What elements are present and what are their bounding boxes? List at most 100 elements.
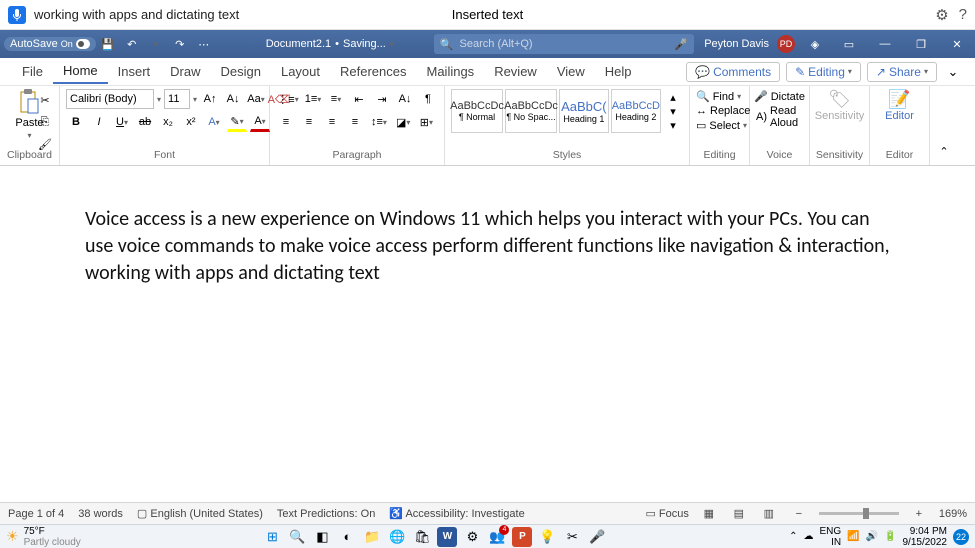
comments-button[interactable]: 💬 Comments [686, 62, 780, 82]
select-button[interactable]: ▭Select▾ [696, 118, 743, 133]
justify-button[interactable]: ≡ [345, 112, 365, 132]
bullets-button[interactable]: ⋮≡▾ [276, 89, 300, 109]
zoom-level[interactable]: 169% [939, 508, 967, 520]
battery-icon[interactable]: 🔋 [884, 531, 896, 542]
bold-button[interactable]: B [66, 112, 86, 132]
microphone-icon[interactable] [8, 6, 26, 24]
gear-icon[interactable]: ⚙ [935, 6, 948, 24]
decrease-indent-button[interactable]: ⇤ [349, 89, 369, 109]
tab-insert[interactable]: Insert [108, 60, 161, 83]
grow-font-button[interactable]: A↑ [200, 89, 220, 109]
superscript-button[interactable]: x² [181, 112, 201, 132]
font-size-select[interactable] [164, 89, 190, 109]
word-count[interactable]: 38 words [78, 508, 123, 520]
customize-qat-icon[interactable]: ⋯ [194, 34, 214, 54]
zoom-slider[interactable] [819, 512, 899, 515]
shading-button[interactable]: ◪▾ [393, 112, 413, 132]
app-tips[interactable]: 💡 [537, 527, 557, 547]
ribbon-display-icon[interactable]: ▭ [835, 33, 863, 55]
italic-button[interactable]: I [89, 112, 109, 132]
focus-button[interactable]: ▭ Focus [645, 507, 688, 520]
web-layout-icon[interactable]: ▥ [759, 504, 779, 524]
task-view-button[interactable]: ◧ [312, 527, 332, 547]
accessibility-status[interactable]: ♿ Accessibility: Investigate [389, 507, 524, 520]
read-mode-icon[interactable]: ▦ [699, 504, 719, 524]
font-color-button[interactable]: A▾ [250, 112, 270, 132]
style-heading2[interactable]: AaBbCcDHeading 2 [611, 89, 661, 133]
app-explorer[interactable]: 📁 [362, 527, 382, 547]
collapse-ribbon-icon[interactable]: ⌃ [934, 141, 954, 161]
search-button[interactable]: 🔍 [287, 527, 307, 547]
notification-badge[interactable]: 22 [953, 529, 969, 545]
sensitivity-button[interactable]: 🏷 Sensitivity [815, 89, 865, 122]
read-aloud-button[interactable]: A)Read Aloud [756, 104, 803, 130]
tab-review[interactable]: Review [484, 60, 547, 83]
wifi-icon[interactable]: 📶 [847, 531, 859, 542]
tab-mailings[interactable]: Mailings [417, 60, 485, 83]
show-marks-button[interactable]: ¶ [418, 89, 438, 109]
undo-icon[interactable]: ↶ [122, 34, 142, 54]
minimize-button[interactable]: — [871, 33, 899, 55]
share-button[interactable]: ↗ Share ▾ [867, 62, 937, 82]
editor-button[interactable]: 📝 Editor [885, 89, 914, 122]
print-layout-icon[interactable]: ▤ [729, 504, 749, 524]
dictate-button[interactable]: 🎤Dictate [754, 89, 805, 104]
shrink-font-button[interactable]: A↓ [223, 89, 243, 109]
change-case-button[interactable]: Aa▾ [246, 89, 266, 109]
underline-button[interactable]: U▾ [112, 112, 132, 132]
numbering-button[interactable]: 1≡▾ [303, 89, 323, 109]
multilevel-button[interactable]: ≡▾ [326, 89, 346, 109]
app-word[interactable]: W [437, 527, 457, 547]
document-area[interactable]: Voice access is a new experience on Wind… [0, 166, 975, 502]
autosave-toggle[interactable]: AutoSave On [4, 37, 96, 51]
page-status[interactable]: Page 1 of 4 [8, 508, 64, 520]
cut-button[interactable]: ✂ [35, 90, 55, 110]
style-normal[interactable]: AaBbCcDc¶ Normal [451, 89, 503, 133]
style-heading1[interactable]: AaBbC(Heading 1 [559, 89, 609, 133]
sort-button[interactable]: A↓ [395, 89, 415, 109]
diamond-icon[interactable]: ◈ [805, 34, 825, 54]
text-predictions[interactable]: Text Predictions: On [277, 508, 375, 520]
strike-button[interactable]: ab [135, 112, 155, 132]
copy-button[interactable]: ⎘ [35, 112, 55, 132]
styles-down-button[interactable]: ▾ [663, 104, 683, 118]
tab-file[interactable]: File [12, 60, 53, 83]
tab-draw[interactable]: Draw [160, 60, 210, 83]
start-button[interactable]: ⊞ [262, 527, 282, 547]
align-left-button[interactable]: ≡ [276, 112, 296, 132]
app-powerpoint[interactable]: P [512, 527, 532, 547]
language-indicator[interactable]: ENGIN [819, 526, 841, 548]
style-nospacing[interactable]: AaBbCcDc¶ No Spac... [505, 89, 557, 133]
styles-more-button[interactable]: ▾ [663, 118, 683, 132]
clock[interactable]: 9:04 PM9/15/2022 [902, 526, 947, 548]
tray-chevron-icon[interactable]: ⌃ [789, 531, 797, 542]
styles-up-button[interactable]: ▴ [663, 90, 683, 104]
app-voice[interactable]: 🎤 [587, 527, 607, 547]
replace-button[interactable]: ↔Replace [696, 104, 743, 118]
collapse-ribbon-button[interactable]: ⌄ [943, 62, 963, 82]
search-box[interactable]: 🔍 Search (Alt+Q) 🎤 [434, 34, 694, 54]
document-name[interactable]: Document2.1 • Saving... ▾ [266, 38, 394, 50]
tab-view[interactable]: View [547, 60, 595, 83]
widgets-button[interactable]: ◐ [337, 527, 357, 547]
undo-dropdown[interactable]: ▾ [146, 34, 166, 54]
highlight-button[interactable]: ✎▾ [227, 112, 247, 132]
zoom-out-button[interactable]: − [789, 504, 809, 524]
restore-button[interactable]: ❐ [907, 33, 935, 55]
find-button[interactable]: 🔍Find▾ [696, 89, 743, 104]
zoom-in-button[interactable]: + [909, 504, 929, 524]
app-teams[interactable]: 👥4 [487, 527, 507, 547]
app-settings[interactable]: ⚙ [462, 527, 482, 547]
text-effects-button[interactable]: A▾ [204, 112, 224, 132]
weather-widget[interactable]: ☀ 75°FPartly cloudy [6, 526, 81, 548]
tab-layout[interactable]: Layout [271, 60, 330, 83]
close-button[interactable]: ✕ [943, 33, 971, 55]
tab-references[interactable]: References [330, 60, 416, 83]
app-edge[interactable]: 🌐 [387, 527, 407, 547]
app-store[interactable]: 🛍 [412, 527, 432, 547]
help-icon[interactable]: ? [959, 6, 967, 23]
onedrive-icon[interactable]: ☁ [803, 531, 813, 542]
tab-design[interactable]: Design [211, 60, 271, 83]
save-icon[interactable]: 💾 [98, 34, 118, 54]
increase-indent-button[interactable]: ⇥ [372, 89, 392, 109]
